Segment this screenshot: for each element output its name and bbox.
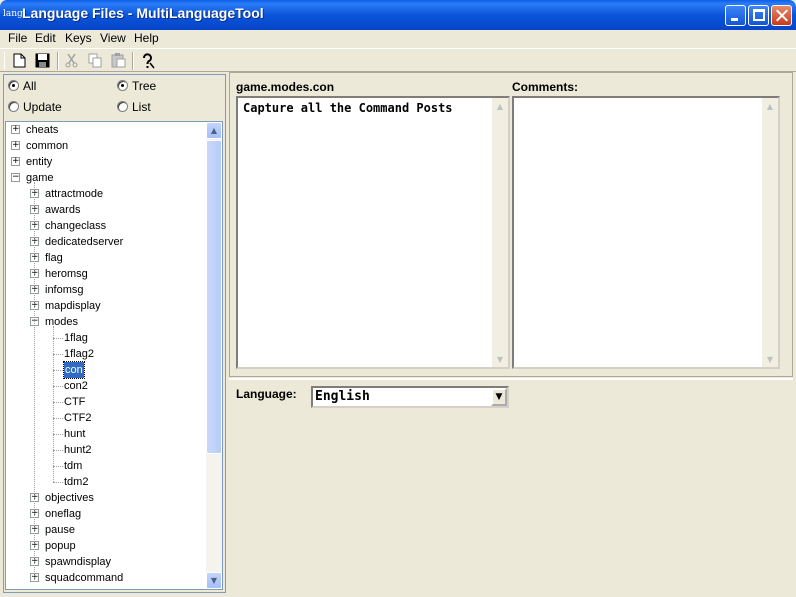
save-icon[interactable] (33, 52, 51, 69)
tree-item[interactable]: dedicatedserver (45, 234, 123, 250)
value-scrollbar[interactable]: ▲ ▼ (492, 98, 508, 367)
tree-item[interactable]: popup (45, 538, 76, 554)
value-textarea[interactable]: Capture all the Command Posts ▲ ▼ (236, 96, 510, 369)
minimize-button[interactable] (725, 5, 746, 26)
tree-item[interactable]: hunt (64, 426, 85, 442)
minimize-icon (731, 18, 738, 21)
window-title: Language Files - MultiLanguageTool (22, 5, 264, 21)
cut-icon[interactable] (62, 52, 80, 69)
tree-item[interactable]: awards (45, 202, 80, 218)
radio-update-label[interactable]: Update (23, 100, 62, 114)
tree-item[interactable]: entity (26, 154, 52, 170)
tree-item[interactable]: attractmode (45, 186, 103, 202)
toolbar (0, 48, 796, 72)
tree-item[interactable]: heromsg (45, 266, 88, 282)
new-document-icon[interactable] (10, 52, 28, 69)
tree-item[interactable]: infomsg (45, 282, 84, 298)
close-button[interactable] (771, 5, 792, 26)
tree-item[interactable]: flag (45, 250, 63, 266)
radio-list-label[interactable]: List (132, 100, 151, 114)
tree-item[interactable]: 1flag (64, 330, 88, 346)
comments-textarea[interactable]: ▲ ▼ (512, 96, 780, 369)
app-icon[interactable]: lang (3, 9, 23, 19)
menu-bar: File Edit Keys View Help (0, 30, 796, 48)
tree-item[interactable]: changeclass (45, 218, 106, 234)
radio-list[interactable] (117, 101, 128, 112)
tree-item[interactable]: cheats (26, 122, 58, 138)
expand-icon[interactable]: + (11, 125, 20, 134)
tree-item[interactable]: mapdisplay (45, 298, 101, 314)
tree-item[interactable]: squadcommand (45, 570, 123, 586)
toolbar-grip (3, 52, 5, 70)
tree-scrollbar[interactable]: ▲ ▼ (206, 122, 222, 589)
tree-item[interactable]: tdm2 (64, 474, 88, 490)
maximize-button[interactable] (748, 5, 769, 26)
tree-item[interactable]: 1flag2 (64, 346, 94, 362)
expand-icon[interactable]: + (11, 141, 20, 150)
collapse-icon[interactable]: − (11, 173, 20, 182)
tree-item[interactable]: CTF2 (64, 410, 92, 426)
scroll-down-icon[interactable]: ▼ (206, 572, 222, 589)
title-bar[interactable]: lang Language Files - MultiLanguageTool (0, 0, 796, 30)
tree-item[interactable]: spawndisplay (45, 554, 111, 570)
tree-item[interactable]: hunt2 (64, 442, 92, 458)
radio-tree[interactable] (117, 80, 128, 91)
scroll-down-icon[interactable]: ▼ (492, 351, 508, 367)
tree-item[interactable]: game (26, 170, 54, 186)
radio-tree-label[interactable]: Tree (132, 79, 156, 93)
language-label: Language: (236, 387, 297, 401)
tree-item[interactable]: pause (45, 522, 75, 538)
copy-icon[interactable] (86, 52, 104, 69)
key-tree[interactable]: + cheats + common + entity − game + attractmode + a… (5, 121, 223, 590)
menu-edit[interactable]: Edit (31, 31, 60, 45)
maximize-icon (753, 9, 765, 21)
scroll-up-icon[interactable]: ▲ (206, 122, 222, 139)
value-text: Capture all the Command Posts (243, 101, 453, 115)
language-pane (229, 378, 793, 593)
language-value: English (315, 389, 370, 404)
menu-keys[interactable]: Keys (61, 31, 96, 45)
radio-update[interactable] (8, 101, 19, 112)
key-path: game.modes.con (236, 80, 335, 94)
tree-item-selected[interactable]: con (63, 361, 85, 379)
radio-all-label[interactable]: All (23, 79, 36, 93)
comments-label: Comments: (512, 80, 579, 94)
tree-item[interactable]: con2 (64, 378, 88, 394)
menu-file[interactable]: File (4, 31, 31, 45)
scroll-up-icon[interactable]: ▲ (762, 98, 778, 114)
help-icon[interactable] (138, 52, 156, 69)
tree-item[interactable]: tdm (64, 458, 82, 474)
tree-item[interactable]: objectives (45, 490, 94, 506)
scroll-thumb[interactable] (206, 140, 222, 454)
dropdown-arrow-icon[interactable]: ▼ (491, 388, 507, 406)
paste-icon[interactable] (109, 52, 127, 69)
language-select[interactable]: English ▼ (311, 386, 509, 408)
comments-scrollbar[interactable]: ▲ ▼ (762, 98, 778, 367)
scroll-up-icon[interactable]: ▲ (492, 98, 508, 114)
tree-item[interactable]: common (26, 138, 68, 154)
radio-all[interactable] (8, 80, 19, 91)
tree-item[interactable]: CTF (64, 394, 85, 410)
menu-help[interactable]: Help (130, 31, 163, 45)
tree-item[interactable]: modes (45, 314, 78, 330)
menu-view[interactable]: View (96, 31, 130, 45)
expand-icon[interactable]: + (11, 157, 20, 166)
tree-item[interactable]: oneflag (45, 506, 81, 522)
scroll-down-icon[interactable]: ▼ (762, 351, 778, 367)
